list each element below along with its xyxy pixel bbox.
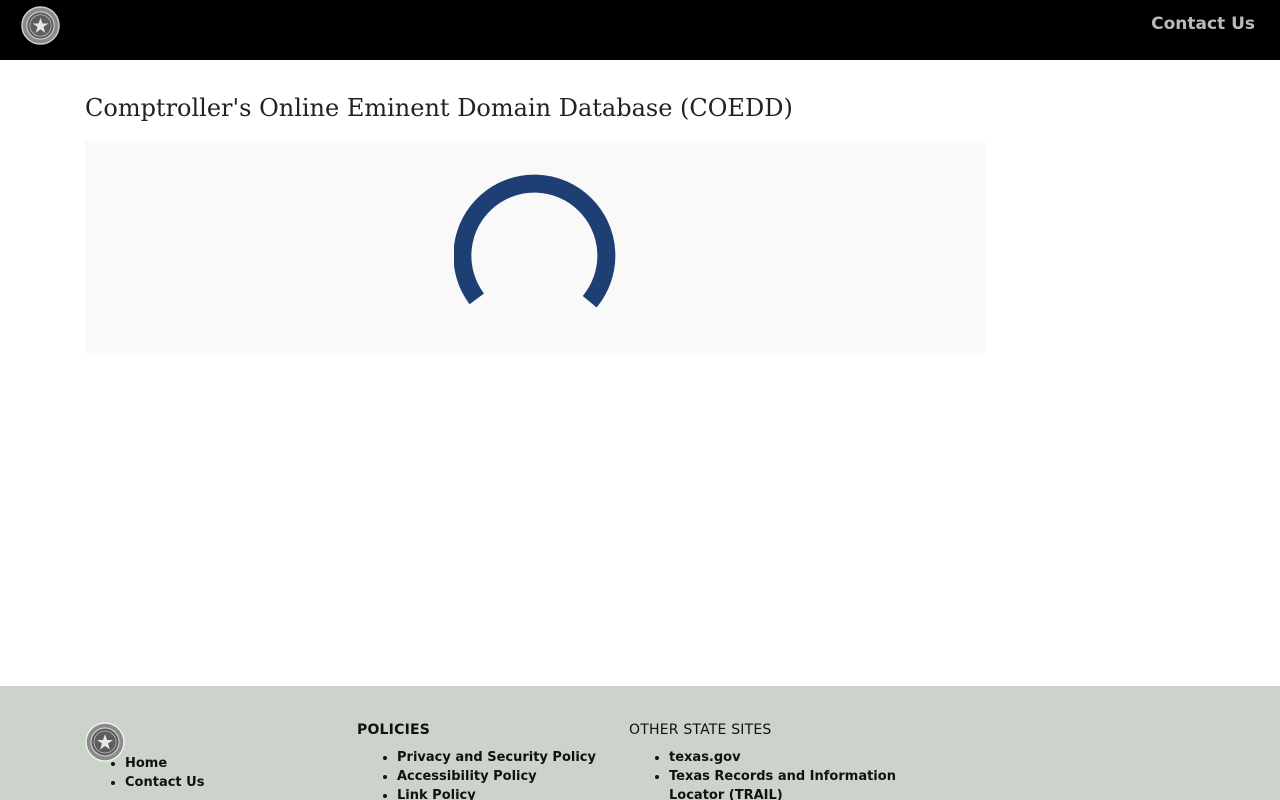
site-header: Contact Us <box>0 0 1280 60</box>
texas-seal-icon[interactable] <box>85 722 125 762</box>
spinner-arc <box>454 174 616 308</box>
footer-link-accessibility[interactable]: Accessibility Policy <box>397 767 637 786</box>
footer-link-link-policy[interactable]: Link Policy <box>397 786 637 800</box>
texas-seal-icon[interactable] <box>21 6 60 45</box>
footer-link-accessibility-label[interactable]: Accessibility Policy <box>397 769 537 784</box>
other-sites-list: texas.gov Texas Records and Information … <box>669 748 909 800</box>
contact-us-link[interactable]: Contact Us <box>1151 14 1255 34</box>
footer-link-home[interactable]: Home <box>125 754 204 773</box>
footer-link-texas-gov[interactable]: texas.gov <box>669 748 909 767</box>
loading-spinner-icon <box>454 174 616 308</box>
footer-link-contact-us-label[interactable]: Contact Us <box>125 775 204 790</box>
site-footer: Home Contact Us POLICIES Privacy and Sec… <box>0 686 1280 800</box>
other-sites-heading: OTHER STATE SITES <box>629 722 772 738</box>
page-title: Comptroller's Online Eminent Domain Data… <box>85 94 793 122</box>
policies-list: Privacy and Security Policy Accessibilit… <box>397 748 637 800</box>
footer-link-home-label[interactable]: Home <box>125 756 167 771</box>
footer-link-trail-label[interactable]: Texas Records and Information Locator (T… <box>669 769 896 800</box>
footer-link-contact-us[interactable]: Contact Us <box>125 773 204 792</box>
loading-panel <box>85 141 985 353</box>
footer-link-privacy-label[interactable]: Privacy and Security Policy <box>397 750 596 765</box>
footer-link-trail[interactable]: Texas Records and Information Locator (T… <box>669 767 909 800</box>
footer-link-privacy[interactable]: Privacy and Security Policy <box>397 748 637 767</box>
policies-heading: POLICIES <box>357 722 431 738</box>
footer-link-link-policy-label[interactable]: Link Policy <box>397 788 476 800</box>
footer-link-texas-gov-label[interactable]: texas.gov <box>669 750 741 765</box>
footer-nav-list: Home Contact Us <box>125 754 204 792</box>
